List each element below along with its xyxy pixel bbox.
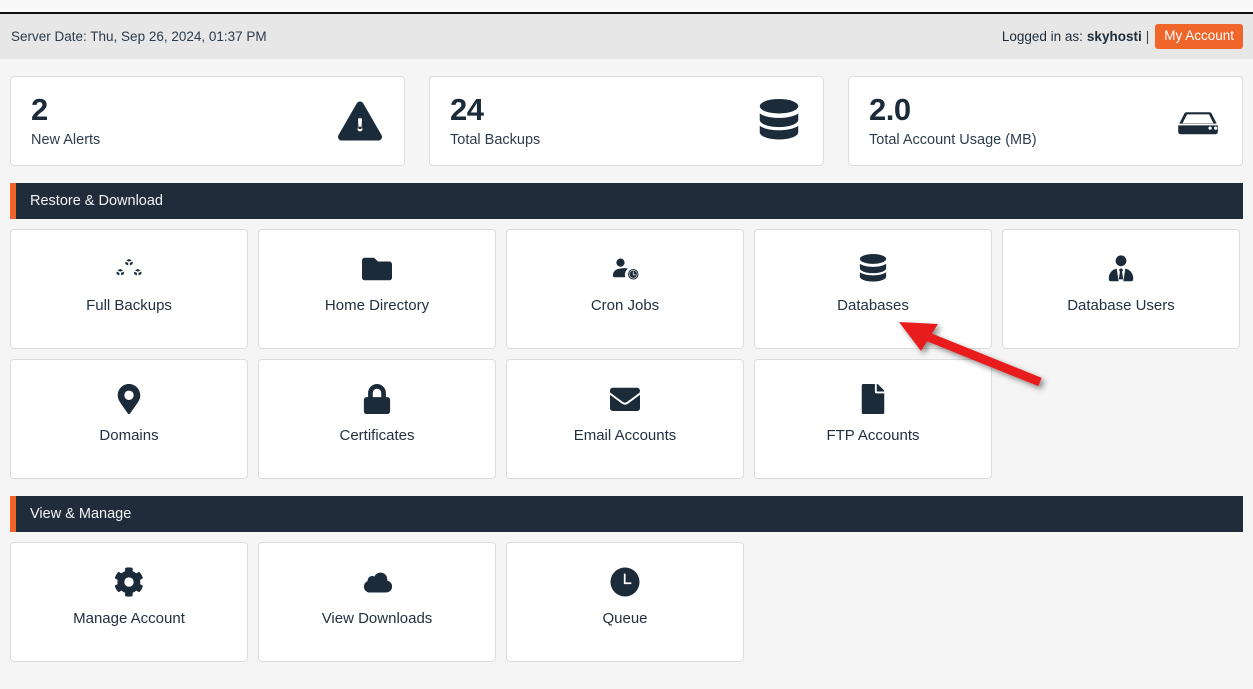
stat-text: 2 New Alerts	[31, 94, 100, 148]
tile-label: Manage Account	[73, 610, 185, 627]
tile-label: Database Users	[1067, 297, 1175, 314]
tile-ftp-accounts[interactable]: FTP Accounts	[754, 359, 992, 479]
tile-databases[interactable]: Databases	[754, 229, 992, 349]
stat-value: 2	[31, 92, 48, 128]
stat-card: 24 Total Backups	[429, 76, 824, 166]
gear-icon	[114, 564, 144, 600]
section-title: Restore & Download	[30, 193, 163, 209]
page-content: 2 New Alerts 24 Total Backups 2.0 Total Accou…	[0, 76, 1253, 662]
tile-row: Manage Account View Downloads Queue	[10, 542, 1243, 662]
clock-icon	[610, 564, 640, 600]
database-icon	[757, 99, 801, 143]
stat-card: 2 New Alerts	[10, 76, 405, 166]
map-marker-icon	[114, 381, 144, 417]
stats-row: 2 New Alerts 24 Total Backups 2.0 Total Accou…	[10, 76, 1243, 166]
lock-icon	[362, 381, 392, 417]
tile-label: Email Accounts	[573, 427, 677, 444]
tile-row: Domains Certificates Email Accounts FTP Acc…	[10, 359, 1243, 479]
stat-text: 2.0 Total Account Usage (MB)	[869, 94, 1037, 148]
stat-text: 24 Total Backups	[450, 94, 540, 148]
tile-home-directory[interactable]: Home Directory	[258, 229, 496, 349]
logged-in-username: skyhosti	[1086, 29, 1142, 44]
section-header: View & Manage	[10, 496, 1243, 532]
tile-domains[interactable]: Domains	[10, 359, 248, 479]
tile-database-users[interactable]: Database Users	[1002, 229, 1240, 349]
tile-label: View Downloads	[321, 610, 433, 627]
tile-label: Certificates	[339, 427, 415, 444]
stat-label: Total Backups	[450, 131, 541, 148]
tile-label: Domains	[99, 427, 159, 444]
stat-label: Total Account Usage (MB)	[869, 131, 1037, 148]
user-tie-icon	[1106, 251, 1136, 287]
tile-full-backups[interactable]: Full Backups	[10, 229, 248, 349]
warning-triangle-icon	[338, 99, 382, 143]
stat-value: 2.0	[869, 92, 911, 128]
logged-in-label: Logged in as:	[1001, 29, 1083, 44]
tile-label: Cron Jobs	[590, 297, 660, 314]
separator: |	[1145, 29, 1150, 44]
tile-email-accounts[interactable]: Email Accounts	[506, 359, 744, 479]
server-date: Server Date: Thu, Sep 26, 2024, 01:37 PM	[11, 29, 267, 44]
tile-label: FTP Accounts	[826, 427, 920, 444]
tile-row: Full Backups Home Directory Cron Jobs Datab…	[10, 229, 1243, 349]
tile-manage-account[interactable]: Manage Account	[10, 542, 248, 662]
user-clock-icon	[610, 251, 640, 287]
section-title: View & Manage	[30, 506, 132, 522]
my-account-button[interactable]: My Account	[1155, 24, 1243, 49]
server-status-bar: Server Date: Thu, Sep 26, 2024, 01:37 PM…	[0, 14, 1253, 59]
envelope-icon	[610, 381, 640, 417]
stat-card: 2.0 Total Account Usage (MB)	[848, 76, 1243, 166]
tile-label: Databases	[837, 297, 909, 314]
boxes-icon	[114, 251, 144, 287]
tile-label: Home Directory	[324, 297, 430, 314]
tile-label: Queue	[602, 610, 648, 627]
folder-icon	[362, 251, 392, 287]
hard-drive-icon	[1176, 99, 1220, 143]
stat-label: New Alerts	[31, 131, 101, 148]
section-header: Restore & Download	[10, 183, 1243, 219]
database-icon	[858, 251, 888, 287]
tile-label: Full Backups	[86, 297, 172, 314]
tile-cron-jobs[interactable]: Cron Jobs	[506, 229, 744, 349]
stat-value: 24	[450, 92, 484, 128]
account-area: Logged in as: skyhosti | My Account	[1002, 24, 1243, 49]
tile-certificates[interactable]: Certificates	[258, 359, 496, 479]
tile-view-downloads[interactable]: View Downloads	[258, 542, 496, 662]
sections-container: Restore & Download Full Backups Home Direc…	[10, 183, 1243, 662]
file-icon	[858, 381, 888, 417]
cloud-download-icon	[362, 564, 392, 600]
top-border-strip	[0, 0, 1253, 14]
tile-queue[interactable]: Queue	[506, 542, 744, 662]
